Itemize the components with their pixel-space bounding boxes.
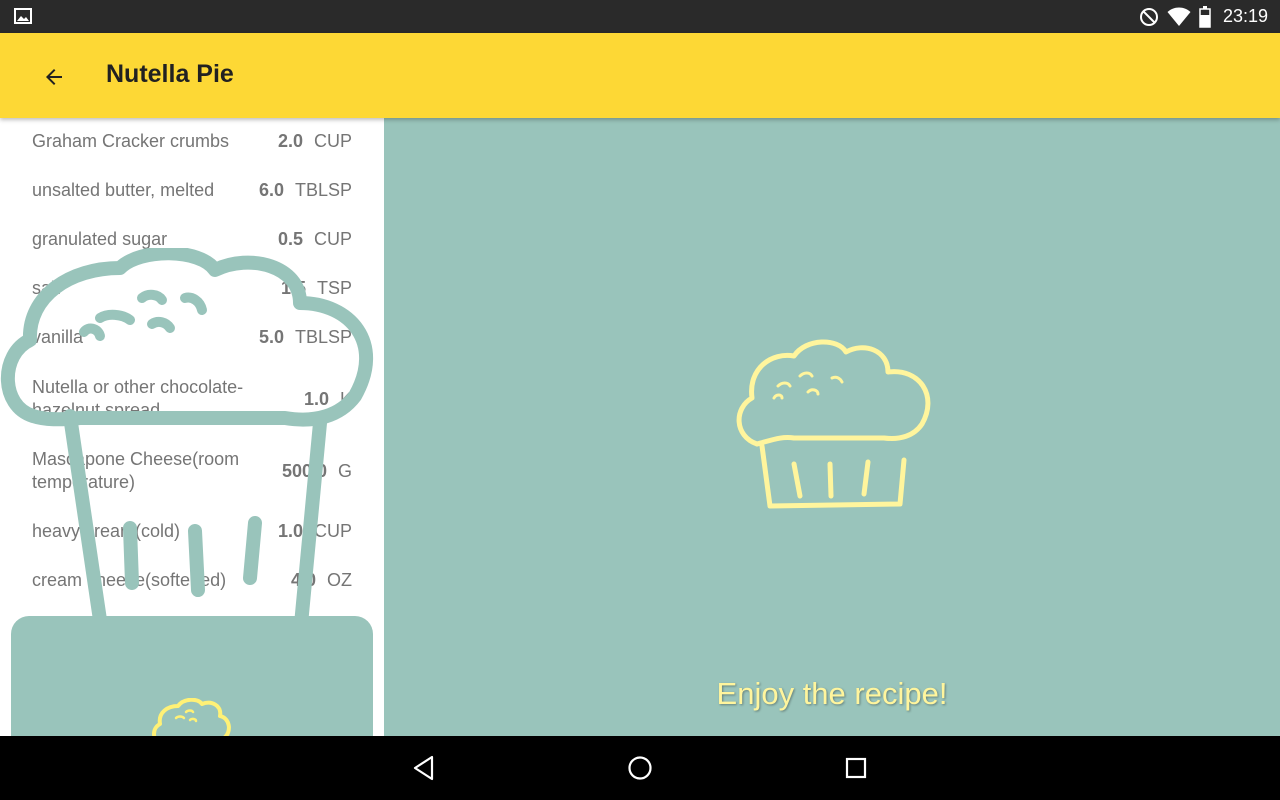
back-button[interactable] [28,51,80,103]
ingredient-name: granulated sugar [32,229,168,249]
nav-home-icon [628,756,652,780]
ingredient-unit: TBLSP [294,327,352,347]
ingredient-row: vanilla 5.0 TBLSP [32,326,352,349]
ingredient-name: Nutella or other chocolate-hazelnut spre… [32,377,244,420]
ingredient-quantity: 5.0 [258,327,284,347]
ingredient-row: Graham Cracker crumbs 2.0 CUP [32,130,352,153]
enjoy-message: Enjoy the recipe! [716,676,948,711]
nav-recents-icon [845,757,867,779]
ingredient-quantity: 1.0 [303,388,329,409]
page-title: Nutella Pie [106,60,234,88]
ingredient-row: cream cheese(softened) 4.0 OZ [32,569,352,592]
wifi-icon [1167,7,1191,26]
ingredient-name: Mascapone Cheese(room temperature) [32,449,240,492]
ingredient-row: salt 1.5 TSP [32,277,352,300]
system-nav-bar [0,736,1280,800]
arrow-back-icon [46,69,62,85]
ingredient-unit: OZ [327,570,352,590]
ingredient-quantity: 1.5 [280,278,306,298]
nav-recents-button[interactable] [838,750,874,786]
battery-icon [1199,5,1211,28]
ingredient-quantity: 1.0 [277,521,303,541]
ingredient-name: cream cheese(softened) [32,570,227,590]
ingredient-unit: K [339,388,352,409]
ingredient-quantity: 0.5 [277,229,303,249]
ingredient-row: unsalted butter, melted 6.0 TBLSP [32,179,352,202]
ingredient-name: vanilla [32,327,84,347]
ingredients-pane[interactable]: Graham Cracker crumbs 2.0 CUP unsalted b… [0,118,384,736]
ingredient-unit: CUP [313,131,352,151]
status-time: 23:19 [1222,6,1268,26]
ingredient-name: unsalted butter, melted [32,180,215,200]
app-toolbar: Nutella Pie [0,33,1280,118]
status-icons: 23:19 [1139,0,1268,33]
ingredient-unit: TSP [316,278,352,298]
do-not-disturb-icon [1139,7,1158,26]
cupcake-icon [152,698,231,736]
status-bar: 23:19 [0,0,1280,33]
ingredient-name: heavy cream(cold) [32,521,181,541]
nav-back-icon [413,755,434,781]
ingredient-quantity: 4.0 [290,570,316,590]
ingredient-unit: CUP [313,521,352,541]
ingredient-quantity: 500.0 [281,460,327,481]
ingredient-row: Nutella or other chocolate-hazelnut spre… [32,376,352,422]
recipe-step-card[interactable] [11,616,373,736]
ingredient-name: salt [32,278,61,298]
ingredient-name: Graham Cracker crumbs [32,131,230,151]
ingredient-unit: TBLSP [294,180,352,200]
nav-back-button[interactable] [406,750,442,786]
ingredient-quantity: 6.0 [258,180,284,200]
ingredient-quantity: 2.0 [277,131,303,151]
cupcake-icon [736,339,931,509]
image-notification-icon [14,8,32,24]
ingredient-row: granulated sugar 0.5 CUP [32,228,352,251]
ingredient-row: heavy cream(cold) 1.0 CUP [32,520,352,543]
ingredient-row: Mascapone Cheese(room temperature) 500.0… [32,448,352,494]
nav-home-button[interactable] [622,750,658,786]
ingredient-unit: CUP [313,229,352,249]
ingredient-unit: G [337,460,352,481]
recipe-detail-pane: Enjoy the recipe! [384,118,1280,736]
